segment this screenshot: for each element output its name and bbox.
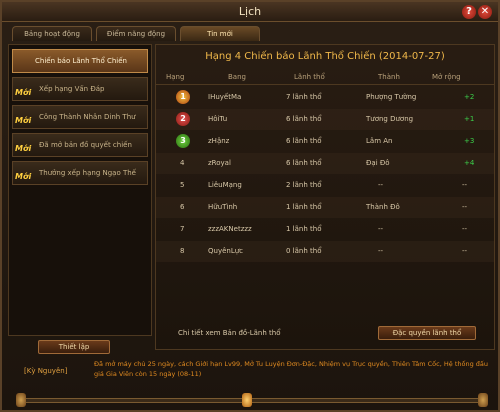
sidebar-item-label: Đã mở bản đồ quyết chiến [39,141,132,149]
territory-count: 6 lãnh thổ [286,137,322,145]
new-badge: Mới [15,116,32,125]
close-icon[interactable]: ✕ [478,5,492,19]
sidebar-item-quiz-ranking[interactable]: Mới Xếp hạng Vấn Đáp [12,77,148,101]
bronze-medal-icon: 3 [176,134,190,148]
sidebar-item-territory-war[interactable]: Chiến báo Lãnh Thổ Chiến [12,49,148,73]
column-expand: Mở rộng [432,73,461,81]
table-row: 4 zRoyal 6 lãnh thổ Đại Đô +4 [156,153,494,174]
calendar-window: Lịch ? ✕ Bảng hoạt động Điểm năng động T… [0,0,500,412]
expand-value: +2 [464,93,475,101]
guild-name: IHuyếtMa [208,93,242,101]
city-name: Phượng Tường [366,93,417,101]
tab-dynamic-points[interactable]: Điểm năng động [96,26,176,41]
help-icon[interactable]: ? [462,5,476,19]
rank-number: 7 [180,225,185,233]
guild-name: HữuTình [208,203,238,211]
table-row: 2 HôiTu 6 lãnh thổ Tương Dương +1 [156,109,494,130]
column-rank: Hạng [166,73,185,81]
sidebar-item-label: Công Thành Nhân Dinh Thư [39,113,136,121]
sidebar-item-label: Chiến báo Lãnh Thổ Chiến [35,57,127,65]
expand-value: +4 [464,159,475,167]
table-row: 7 zzzAKNetzzz 1 lãnh thổ -- -- [156,219,494,240]
guild-name: HôiTu [208,115,228,123]
guild-name: zzzAKNetzzz [208,225,252,233]
territory-count: 2 lãnh thổ [286,181,322,189]
column-city: Thành [378,73,400,81]
new-badge: Mới [15,144,32,153]
new-badge: Mới [15,88,32,97]
sidebar-item-battle-map[interactable]: Mới Đã mở bản đồ quyết chiến [12,133,148,157]
guild-name: LiêuMạng [208,181,242,189]
table-header: Hạng Bang Lãnh thổ Thành Mở rộng [156,71,494,85]
track-left-cap [16,393,26,407]
setup-button[interactable]: Thiết lập [38,340,110,354]
city-name: -- [378,225,384,233]
window-title: Lịch [238,5,262,18]
table-row: 1 IHuyếtMa 7 lãnh thổ Phượng Tường +2 [156,87,494,108]
territory-count: 6 lãnh thổ [286,115,322,123]
expand-value: +3 [464,137,475,145]
guild-name: zRoyal [208,159,231,167]
rank-number: 8 [180,247,185,255]
news-ticker: Đã mở máy chủ 25 ngày, cách Giới hạn Lv9… [94,360,489,378]
city-name: -- [378,181,384,189]
expand-value: -- [462,225,468,233]
city-name: -- [378,247,384,255]
sidebar-item-label: Xếp hạng Vấn Đáp [39,85,105,93]
expand-value: +1 [464,115,475,123]
city-name: Đại Đô [366,159,390,167]
silver-medal-icon: 2 [176,112,190,126]
tab-activity-board[interactable]: Bảng hoạt động [12,26,92,41]
rank-number: 6 [180,203,185,211]
table-row: 3 zHậnz 6 lãnh thổ Lâm An +3 [156,131,494,152]
column-territory: Lãnh thổ [294,73,325,81]
guild-name: QuyênLực [208,247,244,255]
ranking-table: 1 IHuyếtMa 7 lãnh thổ Phượng Tường +2 2 … [156,87,494,267]
city-name: Thành Đô [366,203,400,211]
territory-privilege-button[interactable]: Đặc quyền lãnh thổ [378,326,476,340]
tab-news[interactable]: Tin mới [180,26,260,41]
expand-value: -- [462,247,468,255]
table-row: 6 HữuTình 1 lãnh thổ Thành Đô -- [156,197,494,218]
new-badge: Mới [15,172,32,181]
news-tag: [Kỳ Nguyên] [24,367,68,375]
map-detail-text[interactable]: Chi tiết xem Bản đồ-Lãnh thổ [178,329,281,337]
table-row: 8 QuyênLực 0 lãnh thổ -- -- [156,241,494,262]
gold-medal-icon: 1 [176,90,190,104]
city-name: Tương Dương [366,115,414,123]
city-name: Lâm An [366,137,393,145]
title-bar: Lịch ? ✕ [2,2,498,22]
table-row: 5 LiêuMạng 2 lãnh thổ -- -- [156,175,494,196]
news-sidebar: Chiến báo Lãnh Thổ Chiến Mới Xếp hạng Vấ… [8,44,152,336]
track-right-cap [478,393,488,407]
sidebar-item-siege[interactable]: Mới Công Thành Nhân Dinh Thư [12,105,148,129]
territory-count: 1 lãnh thổ [286,225,322,233]
territory-count: 6 lãnh thổ [286,159,322,167]
territory-count: 1 lãnh thổ [286,203,322,211]
page-title: Hạng 4 Chiến báo Lãnh Thổ Chiến (2014-07… [205,51,445,62]
territory-count: 7 lãnh thổ [286,93,322,101]
guild-name: zHậnz [208,137,230,145]
track-marker[interactable] [242,393,252,407]
sidebar-item-ranking-reward[interactable]: Mới Thưởng xếp hạng Ngạo Thế [12,161,148,185]
expand-value: -- [462,203,468,211]
rank-number: 5 [180,181,185,189]
territory-count: 0 lãnh thổ [286,247,322,255]
rank-number: 4 [180,159,185,167]
column-guild: Bang [228,73,246,81]
expand-value: -- [462,181,468,189]
sidebar-item-label: Thưởng xếp hạng Ngạo Thế [39,169,136,177]
ranking-panel: Hạng 4 Chiến báo Lãnh Thổ Chiến (2014-07… [155,44,495,350]
